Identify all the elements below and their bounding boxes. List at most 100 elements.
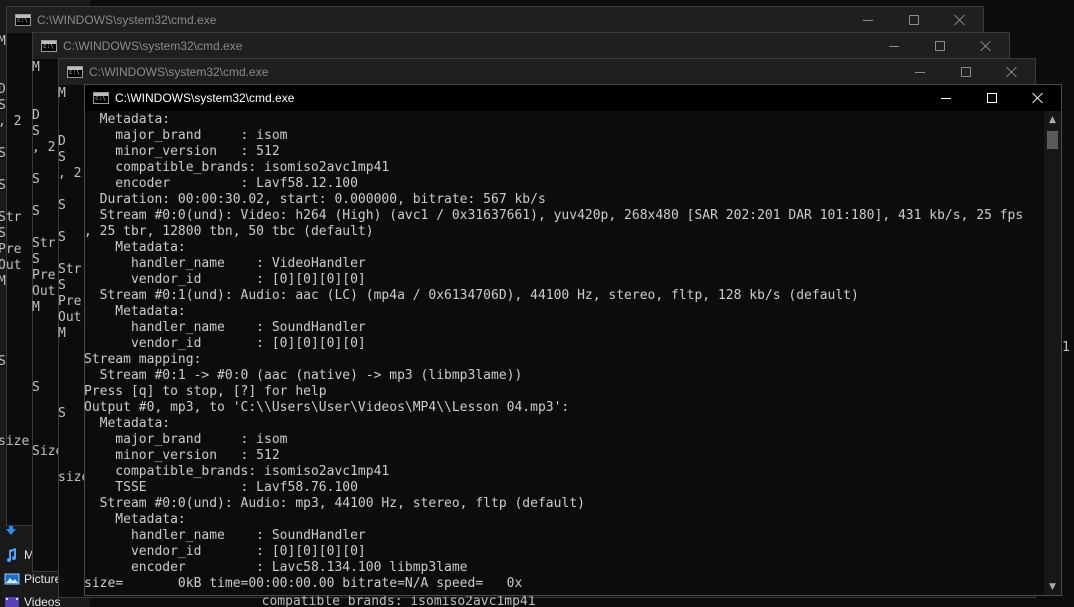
title-bar[interactable]: C:\WINDOWS\system32\cmd.exe: [85, 85, 1061, 111]
pictures-icon: [4, 572, 20, 586]
console-line: minor_version : 512: [84, 144, 280, 159]
close-icon: [1006, 66, 1018, 78]
scroll-up-icon[interactable]: ▲: [1044, 111, 1061, 128]
console-line: handler_name : SoundHandler: [84, 528, 366, 543]
title-bar[interactable]: C:\WINDOWS\system32\cmd.exe: [7, 7, 983, 33]
console-line: vendor_id : [0][0][0][0]: [84, 336, 366, 351]
background-console-line: , 2: [0, 114, 22, 129]
console-line: Metadata:: [84, 512, 186, 527]
title-bar[interactable]: C:\WINDOWS\system32\cmd.exe: [33, 33, 1009, 59]
background-console-line: [0, 386, 29, 402]
background-console-line: Pre: [0, 242, 22, 257]
close-icon: [980, 40, 992, 52]
background-console-line: S: [0, 354, 6, 369]
window-title: C:\WINDOWS\system32\cmd.exe: [37, 13, 217, 27]
console-line: Duration: 00:00:30.02, start: 0.000000, …: [84, 192, 546, 207]
console-line: major_brand : isom: [84, 128, 288, 143]
title-bar[interactable]: C:\WINDOWS\system32\cmd.exe: [59, 59, 1035, 85]
background-console-line: S: [0, 98, 6, 113]
maximize-button[interactable]: [943, 59, 989, 85]
minimize-button[interactable]: [897, 59, 943, 85]
console-line: size= 0kB time=00:00:00.00 bitrate=N/A s…: [84, 576, 523, 591]
maximize-button[interactable]: [969, 85, 1015, 111]
background-console-text: MDS, 2 S S Str S Pre Out M Ssize: [0, 34, 29, 450]
nav-item-label: Videos: [24, 595, 61, 607]
background-console-line: [0, 402, 29, 418]
console-line: vendor_id : [0][0][0][0]: [84, 272, 366, 287]
scroll-down-icon[interactable]: ▼: [1044, 578, 1061, 595]
console-line: Metadata:: [84, 112, 171, 127]
cmd-app-icon: [93, 92, 109, 104]
background-console-line: [0, 130, 29, 146]
console-line: Press [q] to stop, [?] for help: [84, 384, 327, 399]
scrollbar-thumb[interactable]: [1047, 131, 1058, 149]
maximize-icon: [935, 41, 945, 51]
background-console-line: size: [0, 434, 30, 449]
console-line: compatible_brands: isomiso2avc1mp41: [84, 464, 390, 479]
minimize-icon: [941, 97, 951, 99]
close-button[interactable]: [963, 33, 1009, 59]
background-console-line: [0, 50, 29, 66]
background-console-line: S: [0, 178, 6, 193]
background-console-line: [0, 370, 29, 386]
console-line: Output #0, mp3, to 'C:\\Users\User\Video…: [84, 400, 570, 415]
console-line: Metadata:: [84, 416, 171, 431]
cmd-app-icon: [15, 14, 31, 26]
background-console-line: S: [0, 146, 6, 161]
videos-icon: [4, 595, 20, 607]
background-console-line: [0, 66, 29, 82]
console-output[interactable]: Metadata: major_brand : isom minor_versi…: [84, 112, 1044, 596]
console-line: Stream #0:1(und): Audio: aac (LC) (mp4a …: [84, 288, 859, 303]
background-console-line: M: [0, 34, 6, 49]
minimize-icon: [889, 45, 899, 47]
console-line: vendor_id : [0][0][0][0]: [84, 544, 366, 559]
cmd-app-icon: [67, 66, 83, 78]
background-console-line: [0, 162, 29, 178]
console-line: Metadata:: [84, 240, 186, 255]
console-line: Stream #0:1 -> #0:0 (aac (native) -> mp3…: [84, 368, 523, 383]
maximize-button[interactable]: [891, 7, 937, 33]
minimize-button[interactable]: [845, 7, 891, 33]
close-button[interactable]: [1015, 85, 1061, 111]
console-line: minor_version : 512: [84, 448, 280, 463]
console-line: TSSE : Lavf58.76.100: [84, 480, 358, 495]
console-line: , 25 tbr, 12800 tbn, 50 tbc (default): [84, 224, 374, 239]
background-console-line: [0, 338, 29, 354]
vertical-scrollbar[interactable]: ▲ ▼: [1044, 111, 1061, 595]
console-line: encoder : Lavc58.134.100 libmp3lame: [84, 560, 468, 575]
minimize-button[interactable]: [871, 33, 917, 59]
console-line: Stream #0:0(und): Audio: mp3, 44100 Hz, …: [84, 496, 585, 511]
window-title: C:\WINDOWS\system32\cmd.exe: [63, 39, 243, 53]
minimize-button[interactable]: [923, 85, 969, 111]
console-line: Stream #0:0(und): Video: h264 (High) (av…: [84, 208, 1024, 223]
background-console-fragment: 1: [1062, 340, 1070, 355]
maximize-icon: [909, 15, 919, 25]
background-console-line: D: [0, 82, 6, 97]
close-icon: [954, 14, 966, 26]
console-line: Stream mapping:: [84, 352, 202, 367]
console-line: handler_name : VideoHandler: [84, 256, 366, 271]
minimize-icon: [863, 19, 873, 21]
background-console-line: [0, 290, 29, 306]
background-console-line: Str: [0, 210, 22, 225]
window-title: C:\WINDOWS\system32\cmd.exe: [89, 65, 269, 79]
background-console-line: M: [0, 274, 6, 289]
close-button[interactable]: [989, 59, 1035, 85]
console-line: compatible_brands: isomiso2avc1mp41: [84, 160, 390, 175]
console-line: handler_name : SoundHandler: [84, 320, 366, 335]
maximize-button[interactable]: [917, 33, 963, 59]
maximize-icon: [961, 67, 971, 77]
close-icon: [1032, 92, 1044, 104]
maximize-icon: [987, 93, 997, 103]
nav-item-videos[interactable]: Videos: [4, 592, 60, 607]
console-line: Metadata:: [84, 304, 186, 319]
background-console-line: [0, 322, 29, 338]
background-console-line: Out: [0, 258, 22, 273]
close-button[interactable]: [937, 7, 983, 33]
console-line: major_brand : isom: [84, 432, 288, 447]
background-console-line: [0, 306, 29, 322]
minimize-icon: [915, 71, 925, 73]
music-icon: [4, 548, 20, 562]
window-title: C:\WINDOWS\system32\cmd.exe: [115, 91, 295, 105]
cmd-app-icon: [41, 40, 57, 52]
